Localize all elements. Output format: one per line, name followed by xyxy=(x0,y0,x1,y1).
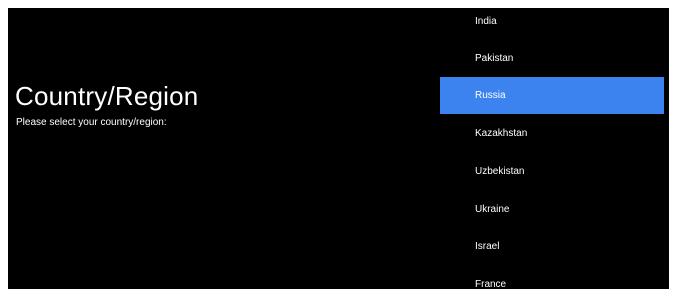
country-item-india[interactable]: India xyxy=(440,8,664,40)
country-item-pakistan[interactable]: Pakistan xyxy=(440,40,664,77)
country-list[interactable]: India Pakistan Russia Kazakhstan Uzbekis… xyxy=(440,8,664,289)
page-subtitle: Please select your country/region: xyxy=(16,117,167,128)
country-item-russia[interactable]: Russia xyxy=(440,77,664,114)
country-item-israel[interactable]: Israel xyxy=(440,228,664,265)
country-item-ukraine[interactable]: Ukraine xyxy=(440,191,664,228)
country-item-france[interactable]: France xyxy=(440,266,664,289)
country-item-uzbekistan[interactable]: Uzbekistan xyxy=(440,153,664,190)
tv-screen: Country/Region Please select your countr… xyxy=(8,8,669,289)
country-item-kazakhstan[interactable]: Kazakhstan xyxy=(440,115,664,152)
page-title: Country/Region xyxy=(15,81,199,111)
